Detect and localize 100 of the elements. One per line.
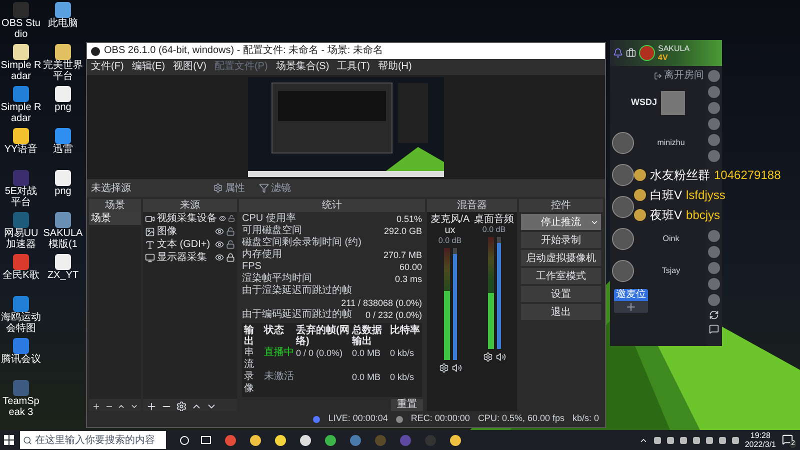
menu-item[interactable]: 编辑(E): [132, 61, 166, 73]
settings-icon[interactable]: [482, 352, 492, 362]
taskbar-app-icon[interactable]: [250, 434, 261, 446]
taskbar-app-icon[interactable]: [450, 434, 461, 446]
menu-item[interactable]: 工具(T): [337, 61, 370, 73]
stat-label: FPS: [242, 261, 262, 272]
member-avatar[interactable]: [612, 196, 634, 218]
source-item[interactable]: 显示器采集: [157, 252, 213, 264]
briefcase-icon[interactable]: [626, 48, 636, 58]
refresh-icon[interactable]: [709, 310, 719, 320]
settings-icon[interactable]: [176, 400, 187, 412]
desktop-icon-label[interactable]: 此电脑: [48, 18, 78, 29]
menu-item[interactable]: 场景集合(S): [276, 61, 330, 73]
desktop-icon-label[interactable]: 全民K歌: [2, 270, 40, 281]
member-avatar[interactable]: [708, 150, 720, 162]
menu-item[interactable]: 视图(V): [173, 61, 206, 73]
taskbar-app-icon[interactable]: [275, 434, 286, 446]
desktop-icon-label[interactable]: 5E对战平台: [0, 186, 42, 208]
stat-label: 内存使用: [242, 249, 282, 261]
user-avatar: [639, 45, 655, 61]
desktop-icon-label[interactable]: YY语音: [4, 144, 38, 155]
task-view-icon[interactable]: [201, 436, 211, 444]
desktop-app-icon[interactable]: [55, 170, 71, 186]
desktop-app-icon[interactable]: [55, 254, 71, 270]
column-header: 丢弃的帧(网络): [296, 325, 350, 347]
control-button[interactable]: 开始录制: [521, 232, 601, 248]
control-button[interactable]: 启动虚拟摄像机: [521, 250, 601, 266]
desktop-icon-label[interactable]: Simple Radar: [0, 102, 42, 124]
member-avatar[interactable]: [708, 118, 720, 130]
cpu-fps: CPU: 0.5%, 60.00 fps: [478, 412, 564, 426]
search-icon: [23, 436, 32, 444]
member-avatar[interactable]: [708, 86, 720, 98]
lock-icon[interactable]: [226, 253, 235, 262]
member-avatar[interactable]: [612, 132, 634, 154]
desktop-icon-label[interactable]: png: [54, 186, 72, 197]
desktop-icon-label[interactable]: OBS Studio: [0, 18, 42, 40]
scene-item[interactable]: 场景: [89, 212, 141, 225]
desktop-icon-label[interactable]: 完美世界平台: [42, 60, 84, 82]
member-avatar[interactable]: [612, 260, 634, 282]
add-icon[interactable]: [146, 400, 157, 412]
desktop-app-icon[interactable]: [55, 128, 71, 144]
member-avatar[interactable]: [708, 102, 720, 114]
eye-icon[interactable]: [215, 227, 224, 236]
desktop-app-icon[interactable]: [55, 2, 71, 18]
taskbar-app-icon[interactable]: [300, 434, 311, 446]
menu-item[interactable]: 帮助(H): [378, 61, 412, 73]
notification-icon[interactable]: [782, 434, 793, 445]
desktop-icon-label[interactable]: 网易UU加速器: [0, 228, 42, 250]
desktop-app-icon[interactable]: [55, 44, 71, 60]
mic-slot-button[interactable]: 邀麦位: [614, 289, 648, 313]
windows-start-icon[interactable]: [4, 435, 14, 445]
control-button[interactable]: 设置: [521, 286, 601, 302]
unlock-icon[interactable]: [226, 227, 235, 236]
unlock-icon[interactable]: [226, 240, 235, 249]
eye-icon[interactable]: [215, 253, 224, 262]
member-name: Oink: [662, 233, 680, 245]
member-avatar[interactable]: [612, 164, 634, 186]
source-item[interactable]: 图像: [157, 226, 213, 238]
member-avatar[interactable]: [708, 294, 720, 306]
member-avatar[interactable]: [708, 134, 720, 146]
eye-icon[interactable]: [215, 240, 224, 249]
member-avatar[interactable]: [708, 246, 720, 258]
desktop-icon-label[interactable]: ZX_YT: [47, 270, 79, 281]
toolbar-button[interactable]: 滤镜: [257, 180, 293, 196]
reset-button[interactable]: 重置: [391, 399, 423, 411]
search-field[interactable]: 在这里输入你要搜索的内容: [20, 431, 166, 449]
member-avatar[interactable]: [708, 230, 720, 242]
chat-icon[interactable]: [709, 324, 719, 334]
desktop-icon-label[interactable]: SAKULA 模版(1: [42, 228, 84, 250]
member-avatar[interactable]: [708, 262, 720, 274]
desktop-icon-label[interactable]: Simple Radar: [0, 60, 42, 82]
control-button[interactable]: 退出: [521, 304, 601, 320]
eye-icon[interactable]: [219, 214, 226, 223]
image-icon: [145, 226, 155, 236]
control-button[interactable]: 工作室模式: [521, 268, 601, 284]
toolbar-button[interactable]: 属性: [211, 180, 247, 196]
taskbar-app-icon[interactable]: [325, 434, 336, 446]
add-icon[interactable]: [92, 400, 100, 412]
desktop-icon-label[interactable]: 海鸥运动会特图: [0, 312, 42, 334]
source-item[interactable]: 视频采集设备: [157, 212, 217, 224]
desktop-app-icon[interactable]: [13, 44, 29, 60]
bell-icon[interactable]: [613, 48, 623, 58]
speaker-icon[interactable]: [496, 352, 506, 362]
desktop-app-icon[interactable]: [13, 128, 29, 144]
desktop-icon-label[interactable]: 腾讯会议: [1, 354, 41, 365]
menu-item[interactable]: 文件(F): [91, 61, 124, 73]
leave-room-link[interactable]: 离开房间: [664, 70, 704, 81]
desktop-app-icon[interactable]: [55, 86, 71, 102]
settings-icon[interactable]: [438, 363, 448, 373]
source-item[interactable]: 文本 (GDI+): [157, 238, 213, 250]
speaker-icon[interactable]: [452, 363, 462, 373]
desktop-icon-label[interactable]: 迅雷: [53, 144, 73, 155]
member-avatar[interactable]: [612, 228, 634, 250]
member-avatar[interactable]: [708, 278, 720, 290]
desktop-icon-label[interactable]: TeamSpeak 3: [0, 396, 42, 418]
desktop-icon-label[interactable]: png: [54, 102, 72, 113]
member-avatar[interactable]: [708, 70, 720, 82]
cortana-icon[interactable]: [180, 436, 189, 444]
unlock-icon[interactable]: [228, 214, 235, 223]
control-button[interactable]: 停止推流: [521, 214, 601, 230]
